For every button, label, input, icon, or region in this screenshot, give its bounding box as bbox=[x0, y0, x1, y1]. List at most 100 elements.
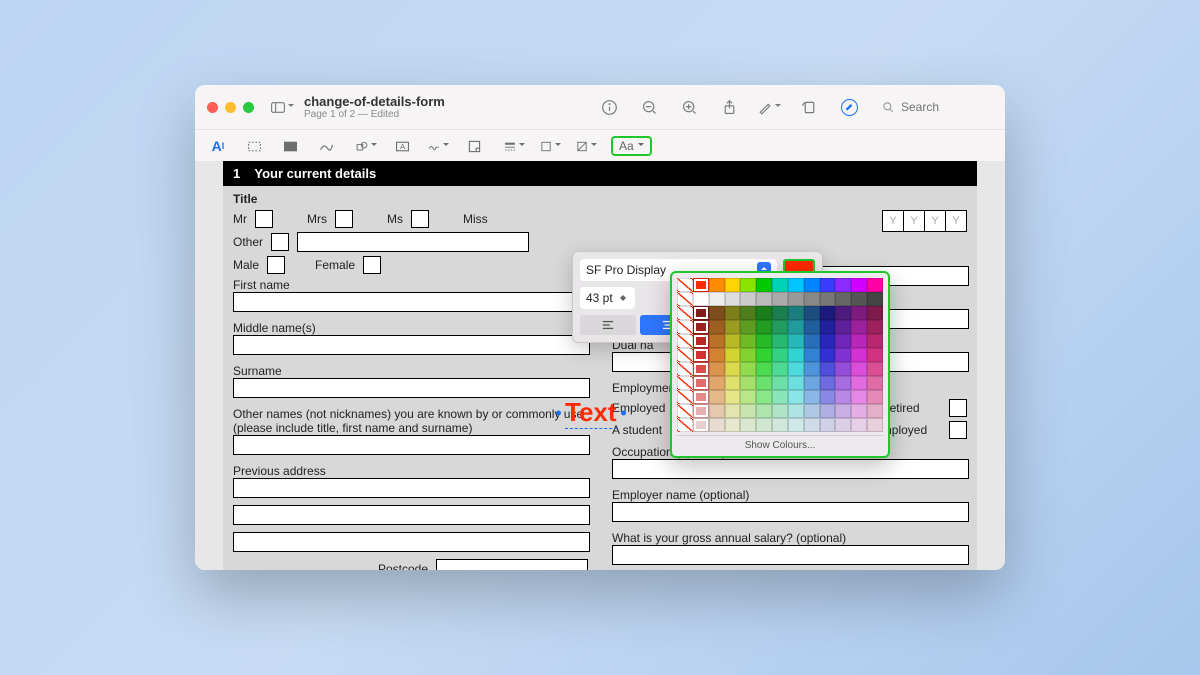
color-swatch[interactable] bbox=[772, 320, 788, 334]
text-tool[interactable]: A bbox=[391, 135, 413, 157]
color-swatch[interactable] bbox=[756, 418, 772, 432]
color-swatch[interactable] bbox=[772, 306, 788, 320]
close-window-button[interactable] bbox=[207, 102, 218, 113]
unemployed-checkbox[interactable] bbox=[949, 421, 967, 439]
color-swatch[interactable] bbox=[820, 348, 836, 362]
color-swatch[interactable] bbox=[725, 278, 741, 292]
color-swatch[interactable] bbox=[756, 334, 772, 348]
color-swatch[interactable] bbox=[756, 390, 772, 404]
color-swatch[interactable] bbox=[693, 320, 709, 334]
color-swatch[interactable] bbox=[725, 418, 741, 432]
color-swatch[interactable] bbox=[756, 362, 772, 376]
border-style-button[interactable] bbox=[503, 135, 525, 157]
sketch-tool[interactable] bbox=[315, 135, 337, 157]
prev-address-line1[interactable] bbox=[233, 478, 590, 498]
fill-color-button[interactable] bbox=[575, 135, 597, 157]
color-swatch[interactable] bbox=[820, 376, 836, 390]
color-swatch[interactable] bbox=[772, 334, 788, 348]
color-swatch[interactable] bbox=[867, 334, 883, 348]
color-swatch[interactable] bbox=[740, 376, 756, 390]
share-button[interactable] bbox=[717, 95, 741, 119]
color-swatch[interactable] bbox=[820, 320, 836, 334]
color-swatch[interactable] bbox=[740, 334, 756, 348]
color-swatch[interactable] bbox=[867, 320, 883, 334]
font-size-select[interactable]: 43 pt bbox=[580, 287, 635, 309]
no-color-swatch[interactable] bbox=[677, 278, 693, 292]
color-swatch[interactable] bbox=[709, 362, 725, 376]
color-swatch[interactable] bbox=[820, 362, 836, 376]
rect-select-tool[interactable] bbox=[243, 135, 265, 157]
color-swatch[interactable] bbox=[867, 362, 883, 376]
year-cells[interactable]: Y Y Y Y bbox=[883, 210, 967, 232]
color-swatch[interactable] bbox=[788, 362, 804, 376]
color-swatch[interactable] bbox=[693, 390, 709, 404]
color-swatch[interactable] bbox=[835, 404, 851, 418]
redact-tool[interactable] bbox=[279, 135, 301, 157]
other-title-field[interactable] bbox=[297, 232, 529, 252]
color-swatch[interactable] bbox=[725, 320, 741, 334]
color-swatch[interactable] bbox=[725, 404, 741, 418]
color-swatch[interactable] bbox=[851, 278, 867, 292]
color-swatch[interactable] bbox=[693, 348, 709, 362]
color-swatch[interactable] bbox=[835, 278, 851, 292]
color-swatch[interactable] bbox=[693, 278, 709, 292]
search-box[interactable] bbox=[881, 99, 993, 115]
color-swatch[interactable] bbox=[835, 348, 851, 362]
color-swatch[interactable] bbox=[693, 418, 709, 432]
occupation-field[interactable] bbox=[612, 459, 969, 479]
color-swatch[interactable] bbox=[788, 278, 804, 292]
color-swatch[interactable] bbox=[788, 306, 804, 320]
color-swatch[interactable] bbox=[851, 404, 867, 418]
color-swatch[interactable] bbox=[756, 348, 772, 362]
color-swatch[interactable] bbox=[740, 362, 756, 376]
color-swatch[interactable] bbox=[709, 404, 725, 418]
color-swatch[interactable] bbox=[835, 292, 851, 306]
maximize-window-button[interactable] bbox=[243, 102, 254, 113]
color-swatch[interactable] bbox=[788, 390, 804, 404]
color-swatch[interactable] bbox=[756, 306, 772, 320]
color-swatch[interactable] bbox=[820, 292, 836, 306]
color-swatch[interactable] bbox=[867, 376, 883, 390]
no-color-swatch[interactable] bbox=[677, 320, 693, 334]
color-swatch[interactable] bbox=[709, 278, 725, 292]
color-swatch[interactable] bbox=[756, 278, 772, 292]
color-swatch[interactable] bbox=[709, 334, 725, 348]
color-swatch[interactable] bbox=[835, 320, 851, 334]
male-checkbox[interactable] bbox=[267, 256, 285, 274]
color-swatch[interactable] bbox=[867, 278, 883, 292]
color-swatch[interactable] bbox=[788, 418, 804, 432]
color-swatch[interactable] bbox=[740, 292, 756, 306]
color-swatch[interactable] bbox=[740, 320, 756, 334]
color-swatch[interactable] bbox=[851, 320, 867, 334]
color-swatch[interactable] bbox=[756, 292, 772, 306]
prev-address-line3[interactable] bbox=[233, 532, 590, 552]
color-swatch[interactable] bbox=[835, 390, 851, 404]
salary-field[interactable] bbox=[612, 545, 969, 565]
color-swatch[interactable] bbox=[772, 292, 788, 306]
color-swatch[interactable] bbox=[788, 404, 804, 418]
color-swatch[interactable] bbox=[772, 348, 788, 362]
color-swatch[interactable] bbox=[851, 292, 867, 306]
color-swatch[interactable] bbox=[820, 418, 836, 432]
color-swatch[interactable] bbox=[851, 418, 867, 432]
color-swatch[interactable] bbox=[788, 376, 804, 390]
color-swatch[interactable] bbox=[725, 362, 741, 376]
color-swatch[interactable] bbox=[693, 404, 709, 418]
color-swatch[interactable] bbox=[709, 376, 725, 390]
color-swatch[interactable] bbox=[867, 390, 883, 404]
color-swatch[interactable] bbox=[804, 390, 820, 404]
no-color-swatch[interactable] bbox=[677, 418, 693, 432]
markup-toggle-button[interactable] bbox=[837, 95, 861, 119]
rotate-button[interactable] bbox=[797, 95, 821, 119]
no-color-swatch[interactable] bbox=[677, 348, 693, 362]
color-swatch[interactable] bbox=[851, 376, 867, 390]
color-swatch[interactable] bbox=[804, 362, 820, 376]
color-swatch[interactable] bbox=[867, 348, 883, 362]
color-swatch[interactable] bbox=[820, 278, 836, 292]
postcode-field[interactable] bbox=[436, 559, 588, 570]
color-swatch[interactable] bbox=[772, 390, 788, 404]
color-swatch[interactable] bbox=[835, 376, 851, 390]
color-swatch[interactable] bbox=[709, 292, 725, 306]
color-swatch[interactable] bbox=[851, 390, 867, 404]
color-swatch[interactable] bbox=[740, 418, 756, 432]
